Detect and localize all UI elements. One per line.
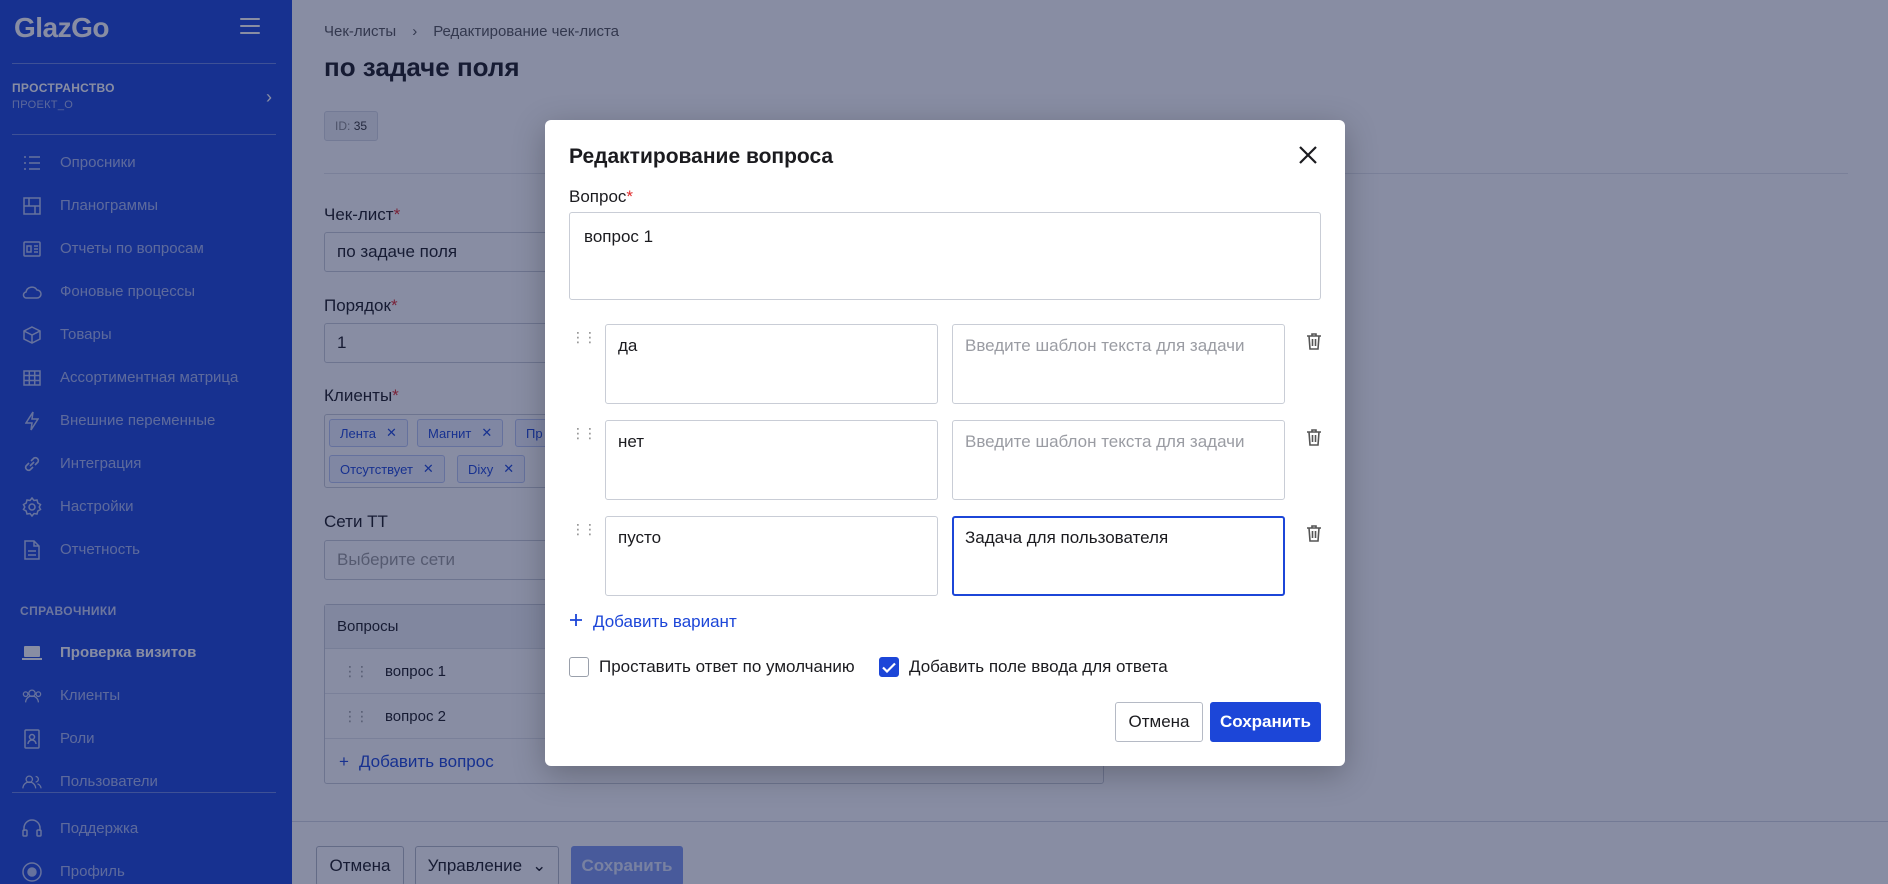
input-field-label: Добавить поле ввода для ответа: [909, 657, 1168, 676]
close-icon[interactable]: [1297, 144, 1319, 166]
checkbox[interactable]: [569, 657, 589, 677]
answer-variant: ⋮⋮ нет Введите шаблон текста для задачи: [569, 420, 1321, 500]
trash-icon[interactable]: [1306, 524, 1322, 542]
plus-icon: [569, 612, 583, 632]
edit-question-dialog: Редактирование вопроса Вопрос* вопрос 1 …: [545, 120, 1345, 766]
task-template-input[interactable]: Задача для пользователя: [952, 516, 1285, 596]
save-button[interactable]: Сохранить: [1210, 702, 1321, 742]
drag-handle-icon[interactable]: ⋮⋮: [571, 522, 597, 536]
question-label: Вопрос*: [569, 187, 634, 206]
trash-icon[interactable]: [1306, 428, 1322, 446]
add-variant-label: Добавить вариант: [593, 612, 737, 631]
default-answer-label: Проставить ответ по умолчанию: [599, 657, 855, 676]
cancel-button[interactable]: Отмена: [1115, 702, 1203, 742]
trash-icon[interactable]: [1306, 332, 1322, 350]
input-field-checkbox[interactable]: Добавить поле ввода для ответа: [879, 657, 1168, 677]
add-variant-button[interactable]: Добавить вариант: [569, 612, 737, 632]
answer-variant: ⋮⋮ да Введите шаблон текста для задачи: [569, 324, 1321, 404]
answer-input[interactable]: да: [605, 324, 938, 404]
answer-input[interactable]: нет: [605, 420, 938, 500]
answer-input[interactable]: пусто: [605, 516, 938, 596]
default-answer-checkbox[interactable]: Проставить ответ по умолчанию: [569, 657, 855, 677]
drag-handle-icon[interactable]: ⋮⋮: [571, 330, 597, 344]
task-template-input[interactable]: Введите шаблон текста для задачи: [952, 420, 1285, 500]
question-textarea[interactable]: вопрос 1: [569, 212, 1321, 300]
answer-variant: ⋮⋮ пусто Задача для пользователя: [569, 516, 1321, 596]
dialog-title: Редактирование вопроса: [569, 145, 834, 168]
drag-handle-icon[interactable]: ⋮⋮: [571, 426, 597, 440]
checkbox[interactable]: [879, 657, 899, 677]
task-template-input[interactable]: Введите шаблон текста для задачи: [952, 324, 1285, 404]
